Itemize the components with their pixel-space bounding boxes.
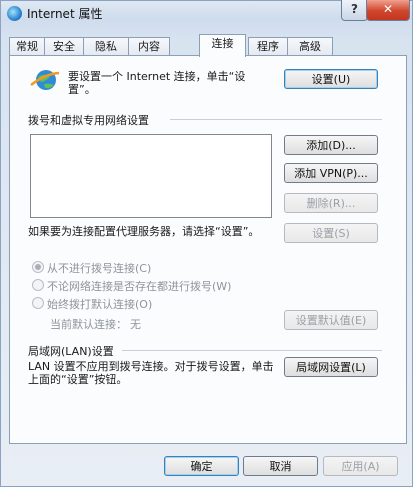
always-dial-radio[interactable] bbox=[32, 297, 44, 309]
tab-connections[interactable]: 连接 bbox=[199, 34, 246, 57]
never-dial-radio[interactable] bbox=[32, 261, 44, 273]
title-bar[interactable]: Internet 属性 ? ✕ bbox=[1, 0, 412, 27]
proxy-text: 如果要为连接配置代理服务器，请选择“设置”。 bbox=[28, 225, 260, 238]
internet-globe-icon bbox=[7, 6, 22, 21]
window-title: Internet 属性 bbox=[27, 7, 103, 21]
tab-security[interactable]: 安全 bbox=[44, 37, 84, 56]
dial-whenever-label: 不论网络连接是否存在都进行拨号(W) bbox=[47, 280, 232, 293]
dialup-heading: 拨号和虚拟专用网络设置 bbox=[28, 114, 149, 127]
setup-text: 要设置一个 Internet 连接，单击“设置”。 bbox=[68, 70, 246, 96]
set-default-button[interactable]: 设置默认值(E) bbox=[284, 310, 378, 330]
add-vpn-button[interactable]: 添加 VPN(P)... bbox=[284, 163, 378, 183]
lan-description: LAN 设置不应用到拨号连接。对于拨号设置，单击上面的“设置”按钮。 bbox=[28, 360, 274, 386]
remove-button[interactable]: 删除(R)... bbox=[284, 193, 378, 213]
tab-programs[interactable]: 程序 bbox=[248, 37, 288, 56]
connections-panel: 要设置一个 Internet 连接，单击“设置”。 设置(U) 拨号和虚拟专用网… bbox=[9, 55, 407, 444]
dialup-divider bbox=[170, 119, 382, 120]
internet-properties-window: Internet 属性 ? ✕ 常规 安全 隐私 内容 连接 程序 高级 要设置… bbox=[0, 0, 413, 487]
setup-button[interactable]: 设置(U) bbox=[284, 69, 378, 89]
ok-button[interactable]: 确定 bbox=[164, 456, 239, 476]
help-button[interactable]: ? bbox=[341, 0, 368, 21]
close-button[interactable]: ✕ bbox=[366, 0, 410, 21]
tab-privacy[interactable]: 隐私 bbox=[83, 37, 129, 56]
always-dial-label: 始终拨打默认连接(O) bbox=[47, 298, 153, 311]
tab-content[interactable]: 内容 bbox=[128, 37, 170, 56]
settings-button[interactable]: 设置(S) bbox=[284, 223, 378, 243]
globe-connection-icon bbox=[30, 70, 60, 90]
lan-settings-button[interactable]: 局域网设置(L) bbox=[284, 357, 378, 377]
dial-whenever-radio[interactable] bbox=[32, 279, 44, 291]
lan-heading: 局域网(LAN)设置 bbox=[28, 345, 114, 358]
lan-divider bbox=[122, 350, 382, 351]
add-button[interactable]: 添加(D)... bbox=[284, 135, 378, 155]
apply-button[interactable]: 应用(A) bbox=[323, 456, 398, 476]
tab-advanced[interactable]: 高级 bbox=[287, 37, 333, 56]
tab-general[interactable]: 常规 bbox=[9, 37, 45, 56]
never-dial-label: 从不进行拨号连接(C) bbox=[47, 262, 152, 275]
cancel-button[interactable]: 取消 bbox=[243, 456, 318, 476]
connections-listbox[interactable] bbox=[30, 134, 272, 218]
current-default-label: 当前默认连接： bbox=[50, 318, 127, 331]
current-default-value: 无 bbox=[130, 318, 141, 331]
